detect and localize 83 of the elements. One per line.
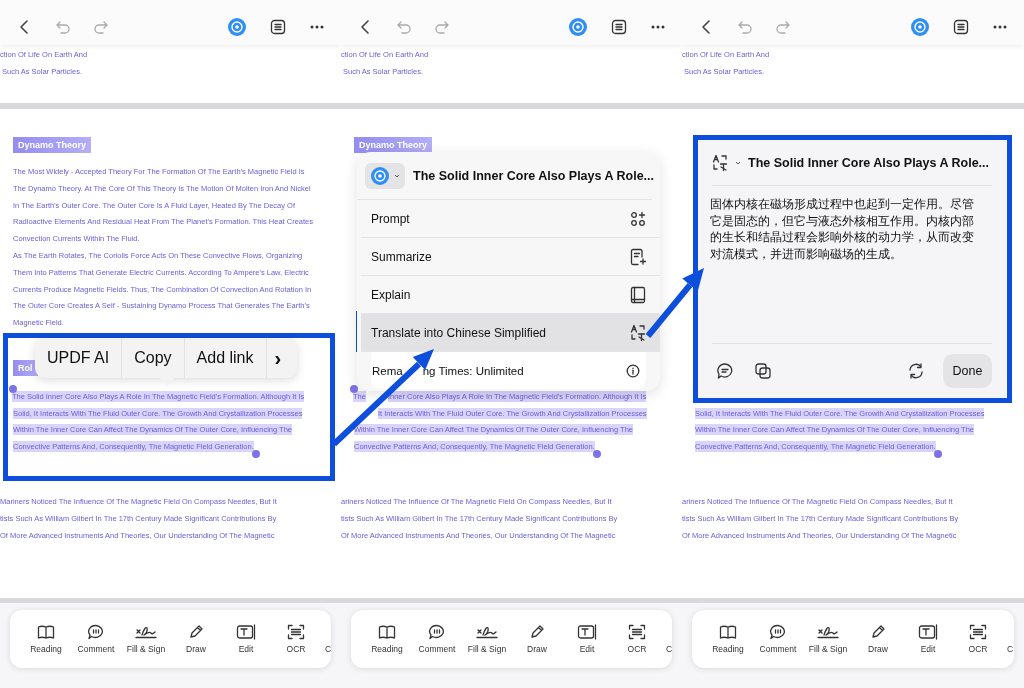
menu-item[interactable]: Summarize	[361, 238, 660, 276]
text-edit-icon	[577, 624, 597, 640]
toolbar-button[interactable]: Fill & Sign	[805, 624, 851, 654]
toolbar-button[interactable]: C	[664, 624, 672, 654]
toolbar-button[interactable]: Comment	[73, 624, 119, 654]
toolbar-button[interactable]: Edit	[223, 624, 269, 654]
chevron-icon[interactable]	[735, 160, 741, 165]
book-icon	[630, 285, 646, 304]
menu-item[interactable]: Translate into Chinese Simplified	[361, 314, 660, 352]
toolbar-button[interactable]: Fill & Sign	[464, 624, 510, 654]
toolbar-button[interactable]: C	[1005, 624, 1014, 654]
book-icon	[37, 624, 55, 640]
scan-icon	[969, 624, 987, 640]
ai-assistant-icon[interactable]	[227, 16, 247, 37]
done-button[interactable]: Done	[943, 354, 992, 388]
signature-icon	[135, 624, 157, 640]
menu-title: The Solid Inner Core Also Plays A Role...	[413, 168, 655, 183]
scan-icon	[287, 624, 305, 640]
usage-text: Rema	[372, 364, 403, 377]
toolbar-button[interactable]: Edit	[564, 624, 610, 654]
selection-handle[interactable]	[592, 449, 601, 458]
section-heading: Rol	[13, 360, 38, 376]
toolbar-button[interactable]: C	[323, 624, 331, 654]
toolbar-button[interactable]: Reading	[705, 624, 751, 654]
menu-item-label: Explain	[371, 287, 411, 302]
copy-icon[interactable]	[754, 362, 772, 380]
menu-item[interactable]: UPDF AI	[35, 338, 123, 378]
outline-icon[interactable]	[270, 18, 286, 35]
toolbar-button[interactable]: Draw	[514, 624, 560, 654]
toolbar-button[interactable]: OCR	[273, 624, 319, 654]
menu-item-label: Prompt	[371, 211, 410, 226]
toolbar-button[interactable]: Edit	[905, 624, 951, 654]
book-icon	[378, 624, 396, 640]
translate-icon[interactable]	[712, 153, 728, 172]
outline-icon[interactable]	[611, 18, 627, 35]
ai-switch-button[interactable]	[365, 162, 405, 189]
outline-icon[interactable]	[953, 18, 969, 35]
translation-text: 固体内核在磁场形成过程中也起到一定作用。尽管它是固态的，但它与液态外核相互作用。内核内部的生长和结晶过程会影响外核的动力学，从而改变对流模式，并进而影响磁场的生成。	[710, 196, 975, 263]
pen-icon	[188, 624, 204, 640]
toolbar-button[interactable]: Reading	[23, 624, 69, 654]
text-edit-icon	[918, 624, 938, 640]
document-sparkle-icon	[630, 247, 646, 266]
pen-icon	[870, 624, 886, 640]
toolbar-button[interactable]: Comment	[414, 624, 460, 654]
scan-icon	[628, 624, 646, 640]
panel-title: The Solid Inner Core Also Plays A Role...	[748, 155, 990, 170]
chat-icon[interactable]	[716, 362, 734, 380]
toolbar-button[interactable]: OCR	[614, 624, 660, 654]
comment-icon	[769, 624, 787, 640]
chevron-icon	[394, 173, 400, 178]
info-icon[interactable]	[626, 363, 640, 378]
selection-handle[interactable]	[251, 449, 260, 458]
toolbar-button[interactable]: Fill & Sign	[123, 624, 169, 654]
selection-handle[interactable]	[350, 385, 358, 394]
usage-text: ng Times: Unlimited	[422, 364, 524, 377]
refresh-icon[interactable]	[907, 362, 925, 380]
text-edit-icon	[236, 624, 256, 640]
ai-assistant-icon[interactable]	[568, 16, 588, 37]
selection-handle[interactable]	[933, 449, 942, 458]
dots-sparkle-icon	[630, 210, 646, 227]
menu-item-label: Translate into Chinese Simplified	[371, 325, 546, 340]
signature-icon	[476, 624, 498, 640]
toolbar-button[interactable]: Reading	[364, 624, 410, 654]
section-heading: Dynamo Theory	[13, 137, 91, 153]
translate-icon	[630, 323, 646, 342]
toolbar-button[interactable]: OCR	[955, 624, 1001, 654]
comment-icon	[87, 624, 105, 640]
menu-item-label: Summarize	[371, 249, 432, 264]
toolbar-button[interactable]: Comment	[755, 624, 801, 654]
signature-icon	[817, 624, 839, 640]
selection-handle[interactable]	[9, 385, 17, 394]
toolbar-button[interactable]: Draw	[855, 624, 901, 654]
ai-assistant-icon	[370, 165, 390, 186]
menu-item[interactable]: Prompt	[361, 200, 660, 238]
ai-assistant-icon[interactable]	[910, 16, 930, 37]
menu-item[interactable]: Add link	[184, 338, 267, 378]
section-heading: Dynamo Theory	[354, 137, 432, 153]
pen-icon	[529, 624, 545, 640]
book-icon	[719, 624, 737, 640]
arrow	[645, 268, 704, 338]
menu-item[interactable]: ›	[266, 338, 290, 378]
comment-icon	[428, 624, 446, 640]
toolbar-button[interactable]: Draw	[173, 624, 219, 654]
